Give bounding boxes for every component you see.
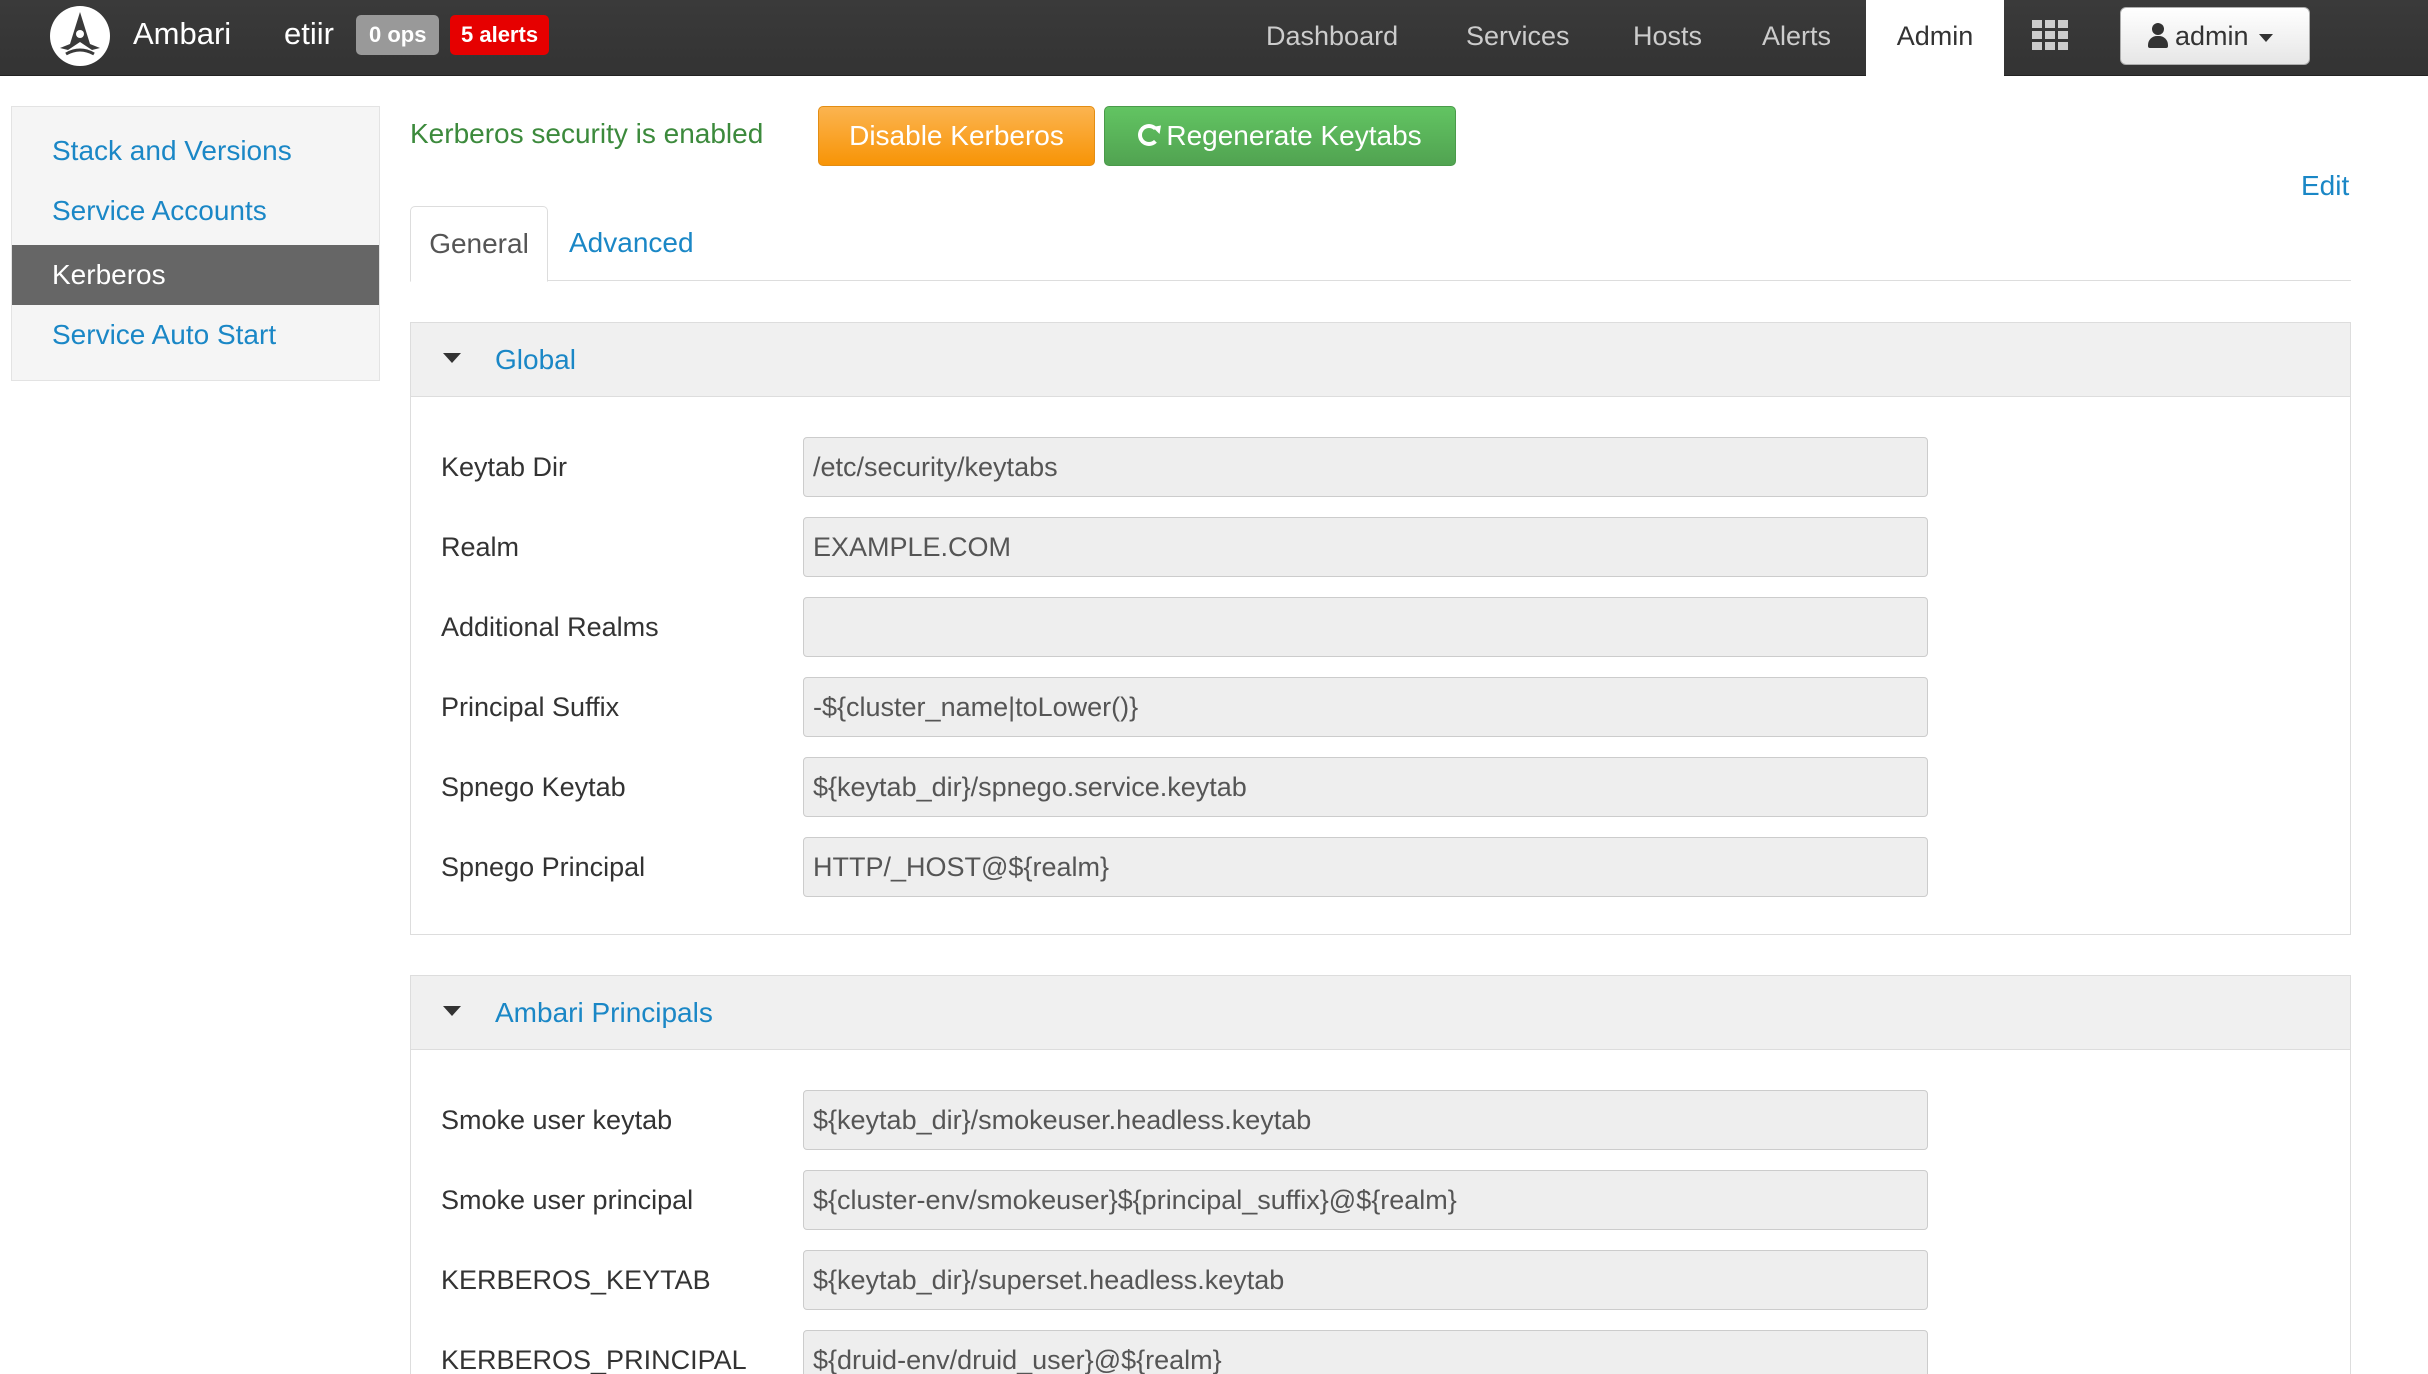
kerberos-status-text: Kerberos security is enabled (410, 118, 764, 149)
spnego-keytab-input[interactable]: ${keytab_dir}/spnego.service.keytab (803, 757, 1928, 817)
refresh-icon (1138, 123, 1161, 146)
config-label: Spnego Principal (441, 852, 646, 882)
kerberos-keytab-input[interactable]: ${keytab_dir}/superset.headless.keytab (803, 1250, 1928, 1310)
global-panel: Global Keytab Dir /etc/security/keytabs … (410, 322, 2351, 935)
config-row: Spnego Keytab ${keytab_dir}/spnego.servi… (411, 757, 2350, 817)
apps-grid-icon[interactable] (2032, 20, 2068, 50)
nav-alerts[interactable]: Alerts (1762, 0, 1831, 76)
config-row: Realm EXAMPLE.COM (411, 517, 2350, 577)
config-label: Spnego Keytab (441, 772, 626, 802)
config-row: Keytab Dir /etc/security/keytabs (411, 437, 2350, 497)
config-row: KERBEROS_KEYTAB ${keytab_dir}/superset.h… (411, 1250, 2350, 1310)
tab-advanced[interactable]: Advanced (569, 206, 694, 282)
user-name: admin (2175, 21, 2249, 51)
ambari-principals-panel-title[interactable]: Ambari Principals (495, 976, 713, 1050)
nav-services[interactable]: Services (1466, 0, 1570, 76)
nav-dashboard[interactable]: Dashboard (1266, 0, 1398, 76)
tab-general[interactable]: General (410, 206, 548, 282)
sidebar-item-kerberos[interactable]: Kerberos (12, 245, 379, 305)
additional-realms-input[interactable] (803, 597, 1928, 657)
principal-suffix-input[interactable]: -${cluster_name|toLower()} (803, 677, 1928, 737)
keytab-dir-input[interactable]: /etc/security/keytabs (803, 437, 1928, 497)
realm-input[interactable]: EXAMPLE.COM (803, 517, 1928, 577)
collapse-triangle-icon[interactable] (443, 353, 461, 363)
config-label: Realm (441, 532, 520, 562)
regenerate-keytabs-label: Regenerate Keytabs (1166, 120, 1422, 151)
ambari-logo-icon[interactable] (48, 4, 112, 68)
collapse-triangle-icon[interactable] (443, 1006, 461, 1016)
alerts-badge[interactable]: 5 alerts (450, 15, 550, 55)
top-navbar: Ambari etiir 0 ops 5 alerts Dashboard Se… (0, 0, 2428, 76)
edit-link[interactable]: Edit (2301, 168, 2349, 204)
config-label: Smoke user keytab (441, 1105, 673, 1135)
config-row: Principal Suffix -${cluster_name|toLower… (411, 677, 2350, 737)
ops-badge[interactable]: 0 ops (356, 15, 440, 55)
config-row: Spnego Principal HTTP/_HOST@${realm} (411, 837, 2350, 897)
disable-kerberos-button[interactable]: Disable Kerberos (818, 106, 1095, 166)
global-panel-header[interactable]: Global (411, 323, 2350, 397)
config-label: Keytab Dir (441, 452, 568, 482)
config-row: Smoke user keytab ${keytab_dir}/smokeuse… (411, 1090, 2350, 1150)
nav-admin[interactable]: Admin (1866, 0, 2004, 76)
ambari-principals-panel: Ambari Principals Smoke user keytab ${ke… (410, 975, 2351, 1374)
config-row: Additional Realms (411, 597, 2350, 657)
brand-name[interactable]: Ambari (133, 16, 231, 52)
config-row: KERBEROS_PRINCIPAL ${druid-env/druid_use… (411, 1330, 2350, 1374)
config-label: Principal Suffix (441, 692, 620, 722)
sidebar-item-stack-and-versions[interactable]: Stack and Versions (12, 121, 379, 181)
config-label: Additional Realms (441, 612, 659, 642)
config-label: Smoke user principal (441, 1185, 694, 1215)
spnego-principal-input[interactable]: HTTP/_HOST@${realm} (803, 837, 1928, 897)
kerberos-principal-input[interactable]: ${druid-env/druid_user}@${realm} (803, 1330, 1928, 1374)
user-menu-button[interactable]: admin (2120, 7, 2310, 65)
config-row: Smoke user principal ${cluster-env/smoke… (411, 1170, 2350, 1230)
global-panel-title[interactable]: Global (495, 323, 576, 397)
sidebar-item-service-auto-start[interactable]: Service Auto Start (12, 305, 379, 365)
cluster-name[interactable]: etiir (284, 16, 334, 52)
tabs-divider (410, 280, 2351, 281)
caret-down-icon (2258, 33, 2273, 42)
config-label: KERBEROS_KEYTAB (441, 1265, 711, 1295)
admin-sidebar: Stack and Versions Service Accounts Kerb… (11, 106, 380, 381)
config-label: KERBEROS_PRINCIPAL (441, 1345, 747, 1374)
user-icon (2147, 22, 2169, 49)
smoke-user-principal-input[interactable]: ${cluster-env/smokeuser}${principal_suff… (803, 1170, 1928, 1230)
smoke-user-keytab-input[interactable]: ${keytab_dir}/smokeuser.headless.keytab (803, 1090, 1928, 1150)
nav-hosts[interactable]: Hosts (1633, 0, 1702, 76)
ambari-principals-panel-header[interactable]: Ambari Principals (411, 976, 2350, 1050)
regenerate-keytabs-button[interactable]: Regenerate Keytabs (1104, 106, 1456, 166)
sidebar-item-service-accounts[interactable]: Service Accounts (12, 181, 379, 241)
